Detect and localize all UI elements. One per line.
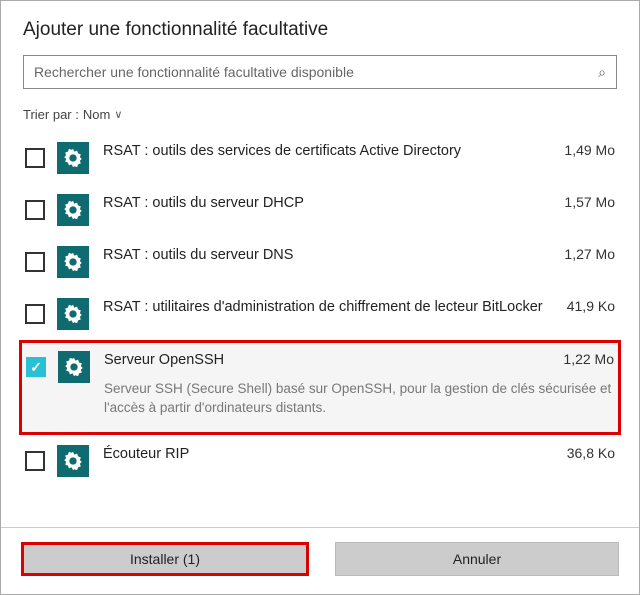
checkbox[interactable]: ✓ [26, 357, 46, 377]
list-item[interactable]: RSAT : outils du serveur DHCP 1,57 Mo [19, 184, 621, 236]
chevron-down-icon: ∨ [114, 108, 122, 121]
sort-value: Nom [83, 107, 110, 122]
sort-label: Trier par : [23, 107, 79, 122]
feature-name: Écouteur RIP [103, 446, 189, 462]
sort-control[interactable]: Trier par : Nom ∨ [1, 101, 639, 132]
list-item[interactable]: RSAT : utilitaires d'administration de c… [19, 288, 621, 340]
install-button[interactable]: Installer (1) [21, 542, 309, 576]
feature-size: 1,27 Mo [554, 246, 615, 262]
feature-name: RSAT : utilitaires d'administration de c… [103, 299, 543, 315]
feature-icon [57, 194, 89, 226]
feature-icon [57, 142, 89, 174]
checkbox[interactable] [25, 304, 45, 324]
list-item[interactable]: RSAT : outils du serveur DNS 1,27 Mo [19, 236, 621, 288]
checkbox[interactable] [25, 148, 45, 168]
list-item[interactable]: ✓ Serveur OpenSSH 1,22 Mo Serveur SSH (Secu… [19, 340, 621, 435]
feature-icon [57, 298, 89, 330]
checkbox[interactable] [25, 200, 45, 220]
search-placeholder: Rechercher une fonctionnalité facultativ… [34, 64, 354, 80]
feature-list: RSAT : outils des services de certificat… [1, 132, 639, 487]
list-item[interactable]: RSAT : outils des services de certificat… [19, 132, 621, 184]
feature-name: RSAT : outils du serveur DHCP [103, 195, 304, 211]
list-item[interactable]: Écouteur RIP 36,8 Ko [19, 435, 621, 487]
feature-name: RSAT : outils du serveur DNS [103, 247, 293, 263]
feature-description: Serveur SSH (Secure Shell) basé sur Open… [104, 380, 614, 424]
feature-size: 1,49 Mo [554, 142, 615, 158]
feature-icon [58, 351, 90, 383]
checkbox[interactable] [25, 252, 45, 272]
cancel-button[interactable]: Annuler [335, 542, 619, 576]
feature-name: RSAT : outils des services de certificat… [103, 143, 461, 159]
feature-size: 41,9 Ko [557, 298, 615, 314]
feature-icon [57, 246, 89, 278]
feature-size: 1,22 Mo [553, 351, 614, 367]
checkbox[interactable] [25, 451, 45, 471]
page-title: Ajouter une fonctionnalité facultative [23, 19, 617, 41]
search-input[interactable]: Rechercher une fonctionnalité facultativ… [23, 55, 617, 89]
feature-size: 1,57 Mo [554, 194, 615, 210]
feature-name: Serveur OpenSSH [104, 352, 224, 368]
feature-size: 36,8 Ko [557, 445, 615, 461]
search-icon: ⌕ [598, 64, 606, 81]
feature-icon [57, 445, 89, 477]
